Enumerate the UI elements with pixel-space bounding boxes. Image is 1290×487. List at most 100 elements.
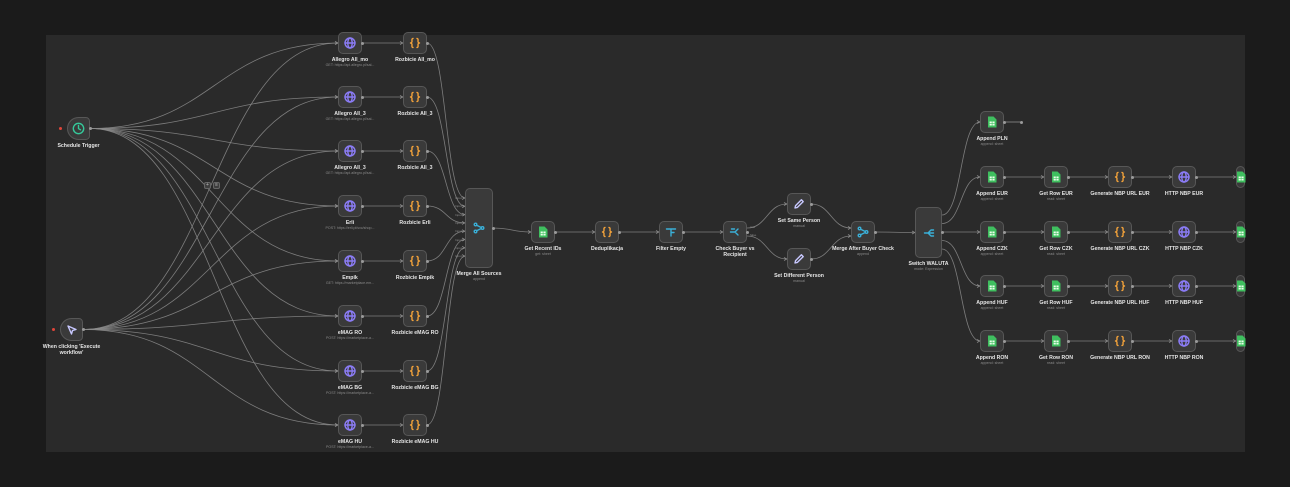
open-output-port[interactable] [1020,120,1023,124]
node-http-czk[interactable] [1172,221,1196,243]
output-port[interactable] [1195,284,1198,288]
connection-schedule-to-allegro_mo[interactable] [89,42,339,129]
connection-manual-to-erli[interactable] [82,205,339,330]
output-port[interactable] [810,257,813,261]
node-switch-waluta[interactable] [915,207,942,258]
connection-merge_after-to-switch_waluta[interactable] [874,231,916,233]
node-upd-huf[interactable] [1236,275,1245,297]
output-port[interactable] [1195,339,1198,343]
node-set-diff[interactable] [787,248,811,270]
output-port[interactable] [426,314,429,318]
output-port[interactable] [361,41,364,45]
node-emag-hu[interactable] [338,414,362,436]
node-gen-eur[interactable] [1108,166,1132,188]
node-rozb-empik[interactable] [403,250,427,272]
node-rozb-emag-ro[interactable] [403,305,427,327]
node-set-same[interactable] [787,193,811,215]
output-port[interactable] [1003,284,1006,288]
node-upd-ron[interactable] [1236,330,1245,352]
output-port[interactable] [426,423,429,427]
output-port[interactable] [361,259,364,263]
output-port[interactable] [492,226,495,230]
connection-schedule-to-emag_bg[interactable] [89,128,339,372]
node-http-huf[interactable] [1172,275,1196,297]
connection-schedule-to-emag_hu[interactable] [89,128,339,426]
output-port[interactable] [618,230,621,234]
output-port[interactable] [1003,339,1006,343]
connection-schedule-to-allegro_3b[interactable] [89,128,339,152]
connection-manual-to-emag_hu[interactable] [82,329,339,426]
node-http-eur[interactable] [1172,166,1196,188]
node-http-ron[interactable] [1172,330,1196,352]
node-app-czk[interactable] [980,221,1004,243]
output-port[interactable] [1131,230,1134,234]
connection-merge_all-to-get_recent[interactable] [492,227,532,233]
node-rozb-erli[interactable] [403,195,427,217]
output-port[interactable] [426,95,429,99]
output-port[interactable] [941,231,944,234]
node-rozb-mo[interactable] [403,32,427,54]
node-allegro-mo[interactable] [338,32,362,54]
connection-set_same-to-merge_after[interactable] [810,203,852,229]
node-app-huf[interactable] [980,275,1004,297]
node-app-pln[interactable] [980,111,1004,133]
node-row-ron[interactable] [1044,330,1068,352]
node-erli[interactable] [338,195,362,217]
output-port[interactable] [1131,339,1134,343]
node-empik[interactable] [338,250,362,272]
connection-rozb_emag_hu-to-merge_all[interactable] [426,255,466,426]
output-port[interactable] [1195,230,1198,234]
node-check-buyer[interactable] [723,221,747,243]
connection-schedule-to-allegro_3a[interactable] [89,96,339,129]
node-allegro-3b[interactable] [338,140,362,162]
node-app-eur[interactable] [980,166,1004,188]
output-port[interactable] [1003,175,1006,179]
output-port[interactable] [1067,230,1070,234]
output-port[interactable] [1131,284,1134,288]
node-dedup[interactable] [595,221,619,243]
node-manual[interactable] [60,318,83,341]
output-port[interactable] [361,314,364,318]
add-node-button[interactable]: + [204,182,211,189]
output-port[interactable] [361,204,364,208]
node-rozb-emag-bg[interactable] [403,360,427,382]
node-emag-bg[interactable] [338,360,362,382]
connection-rozb_3a-to-merge_all[interactable] [426,96,466,207]
output-port[interactable] [361,423,364,427]
node-rozb-3b[interactable] [403,140,427,162]
menu-button[interactable]: ≡ [213,182,220,189]
node-gen-ron[interactable] [1108,330,1132,352]
node-gen-czk[interactable] [1108,221,1132,243]
node-emag-ro[interactable] [338,305,362,327]
node-row-czk[interactable] [1044,221,1068,243]
connection-manual-to-emag_bg[interactable] [82,329,339,372]
node-row-huf[interactable] [1044,275,1068,297]
node-filter-empty[interactable] [659,221,683,243]
output-port[interactable] [82,328,85,331]
node-merge-after[interactable] [851,221,875,243]
output-port[interactable] [426,204,429,208]
output-port[interactable] [746,230,749,234]
node-get-recent[interactable] [531,221,555,243]
node-rozb-emag-hu[interactable] [403,414,427,436]
output-port[interactable] [1003,120,1006,124]
node-gen-huf[interactable] [1108,275,1132,297]
output-port[interactable] [426,149,429,153]
node-upd-czk[interactable] [1236,221,1245,243]
connection-switch_waluta-to-app_eur[interactable] [941,176,981,224]
output-port[interactable] [361,369,364,373]
node-upd-eur[interactable] [1236,166,1245,188]
connection-rozb_mo-to-merge_all[interactable] [426,42,466,199]
output-port[interactable] [1131,175,1134,179]
output-port[interactable] [682,230,685,234]
connection-manual-to-allegro_3b[interactable] [82,150,339,330]
output-port[interactable] [426,41,429,45]
output-port[interactable] [810,202,813,206]
output-port[interactable] [89,127,92,130]
output-port[interactable] [1003,230,1006,234]
node-row-eur[interactable] [1044,166,1068,188]
output-port[interactable] [1195,175,1198,179]
node-schedule[interactable] [67,117,90,140]
output-port[interactable] [361,95,364,99]
output-port[interactable] [554,230,557,234]
